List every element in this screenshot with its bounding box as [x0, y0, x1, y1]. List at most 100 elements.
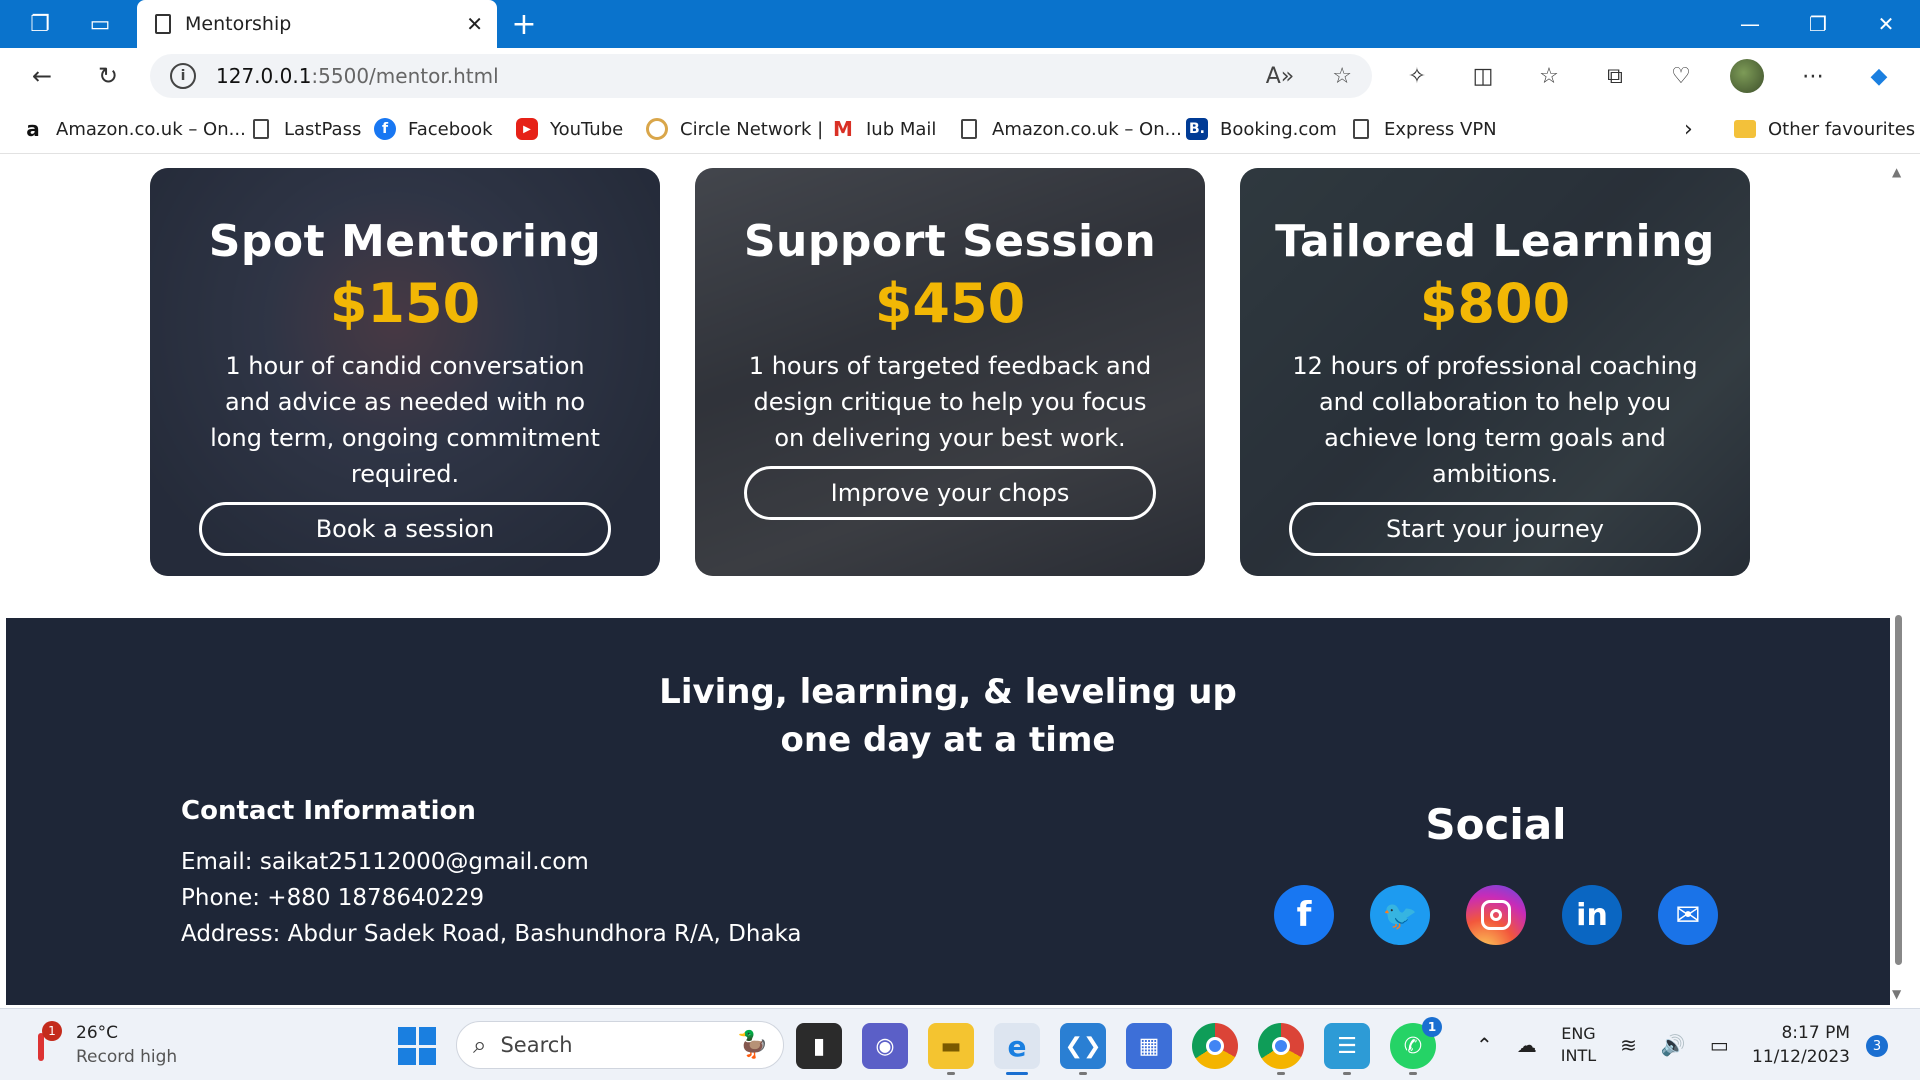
- fav-item[interactable]: f Facebook: [374, 116, 493, 142]
- fav-item[interactable]: Amazon.co.uk – On...: [958, 116, 1182, 142]
- linkedin-icon[interactable]: in: [1562, 885, 1622, 945]
- tab-title: Mentorship: [185, 13, 292, 35]
- extensions-icon[interactable]: ✧: [1384, 64, 1450, 89]
- scrollbar-thumb[interactable]: [1895, 615, 1902, 965]
- circle-network-icon: [646, 118, 668, 140]
- start-journey-button[interactable]: Start your journey: [1289, 502, 1701, 556]
- chrome-profile-icon[interactable]: [1258, 1023, 1304, 1075]
- search-placeholder: Search: [500, 1033, 573, 1057]
- system-tray: ⌃ ☁ ENG INTL ≋ 🔊 ▭: [1476, 1023, 1729, 1067]
- split-screen-icon[interactable]: ◫: [1450, 64, 1516, 89]
- tab-actions-icon[interactable]: ▭: [82, 0, 118, 48]
- vscode-icon[interactable]: ❮❯: [1060, 1023, 1106, 1075]
- page-footer: Living, learning, & leveling up one day …: [6, 618, 1890, 1005]
- pricing-cards: Spot Mentoring $150 1 hour of candid con…: [150, 168, 1750, 576]
- thermometer-icon: 1: [30, 1021, 62, 1065]
- scroll-up-icon[interactable]: ▲: [1892, 165, 1901, 179]
- file-explorer-icon[interactable]: ▬: [928, 1023, 974, 1075]
- search-highlight-icon: 🦆: [736, 1030, 769, 1060]
- twitter-icon[interactable]: 🐦: [1370, 885, 1430, 945]
- url-path: :5500/mentor.html: [311, 64, 499, 88]
- read-aloud-icon[interactable]: A»: [1266, 64, 1295, 89]
- chrome-icon[interactable]: [1192, 1023, 1238, 1069]
- search-icon: ⌕: [473, 1031, 487, 1059]
- card-description: 12 hours of professional coaching and co…: [1292, 352, 1698, 488]
- tab-mentorship[interactable]: Mentorship ✕: [137, 0, 497, 48]
- minimize-button[interactable]: —: [1716, 0, 1784, 48]
- pricing-card-tailored-learning: Tailored Learning $800 12 hours of profe…: [1240, 168, 1750, 576]
- gmail-icon: M: [833, 117, 853, 141]
- tab-close-icon[interactable]: ✕: [466, 12, 483, 36]
- social-heading: Social: [1425, 800, 1567, 849]
- clock-date: 11/12/2023: [1752, 1047, 1850, 1067]
- improve-chops-button[interactable]: Improve your chops: [744, 466, 1156, 520]
- document-icon: [961, 119, 977, 139]
- copilot-icon[interactable]: ◆: [1846, 64, 1912, 89]
- task-view-icon[interactable]: ▮: [796, 1023, 842, 1069]
- page-icon: [155, 14, 171, 34]
- notepad-icon[interactable]: ☰: [1324, 1023, 1370, 1075]
- fav-item[interactable]: Circle Network |: [646, 116, 823, 142]
- taskbar-apps: ▮ ◉ ▬ e ❮❯ ▦ ☰ ✆ 1: [796, 1017, 1442, 1075]
- workspaces-icon[interactable]: ❐: [22, 0, 58, 48]
- page-scrollbar[interactable]: ▲ ▼: [1890, 155, 1906, 1005]
- card-title: Spot Mentoring: [208, 216, 602, 267]
- refresh-button[interactable]: ↻: [88, 56, 128, 96]
- volume-icon[interactable]: 🔊: [1661, 1033, 1686, 1057]
- contact-phone: Phone: +880 1878640229: [181, 885, 485, 911]
- chevron-up-icon[interactable]: ⌃: [1476, 1033, 1493, 1057]
- clock[interactable]: 8:17 PM 11/12/2023: [1752, 1021, 1850, 1069]
- instagram-icon[interactable]: [1466, 885, 1526, 945]
- contact-email: Email: saikat25112000@gmail.com: [181, 849, 589, 875]
- facebook-icon[interactable]: f: [1274, 885, 1334, 945]
- fav-item[interactable]: Express VPN: [1350, 116, 1497, 142]
- notification-badge[interactable]: 3: [1866, 1035, 1888, 1057]
- scroll-down-icon[interactable]: ▼: [1892, 987, 1901, 1001]
- wifi-icon[interactable]: ≋: [1620, 1033, 1637, 1057]
- taskbar-search[interactable]: ⌕ Search 🦆: [456, 1021, 784, 1069]
- card-title: Tailored Learning: [1275, 216, 1715, 267]
- restore-button[interactable]: ❐: [1784, 0, 1852, 48]
- language-indicator[interactable]: ENG INTL: [1561, 1023, 1596, 1067]
- back-button[interactable]: ←: [22, 56, 62, 96]
- other-favourites[interactable]: Other favourites: [1734, 116, 1915, 142]
- contact-heading: Contact Information: [181, 796, 476, 826]
- more-options-icon[interactable]: ⋯: [1780, 64, 1846, 89]
- book-session-button[interactable]: Book a session: [199, 502, 611, 556]
- document-icon: [253, 119, 269, 139]
- collections-icon[interactable]: ⧉: [1582, 64, 1648, 89]
- contact-address: Address: Abdur Sadek Road, Bashundhora R…: [181, 921, 802, 947]
- card-price: $150: [329, 272, 481, 335]
- url-host: 127.0.0.1: [216, 64, 312, 88]
- fav-item[interactable]: a Amazon.co.uk – On...: [22, 116, 246, 142]
- fav-item[interactable]: B. Booking.com: [1186, 116, 1337, 142]
- browser-essentials-icon[interactable]: ♡: [1648, 64, 1714, 89]
- chevron-right-icon[interactable]: ›: [1684, 116, 1693, 142]
- booking-icon: B.: [1186, 118, 1208, 140]
- pricing-card-spot-mentoring: Spot Mentoring $150 1 hour of candid con…: [150, 168, 660, 576]
- fav-item[interactable]: M Iub Mail: [832, 116, 936, 142]
- social-section: Social f 🐦 in ✉: [1266, 800, 1726, 945]
- microsoft-store-icon[interactable]: ▦: [1126, 1023, 1172, 1069]
- fav-item[interactable]: LastPass: [250, 116, 361, 142]
- page-viewport: Spot Mentoring $150 1 hour of candid con…: [6, 155, 1890, 1005]
- new-tab-button[interactable]: +: [508, 0, 540, 48]
- battery-icon[interactable]: ▭: [1710, 1033, 1729, 1057]
- profile-avatar[interactable]: [1714, 59, 1780, 93]
- start-button[interactable]: [398, 1027, 436, 1065]
- mail-icon[interactable]: ✉: [1658, 885, 1718, 945]
- youtube-icon: ▶: [516, 118, 538, 140]
- edge-icon[interactable]: e: [994, 1023, 1040, 1075]
- whatsapp-icon[interactable]: ✆ 1: [1390, 1017, 1442, 1075]
- weather-widget[interactable]: 1 26°C Record high: [30, 1021, 177, 1069]
- onedrive-icon[interactable]: ☁: [1517, 1033, 1537, 1057]
- address-bar[interactable]: i 127.0.0.1 :5500/mentor.html A» ☆: [150, 54, 1372, 98]
- contact-information: Contact Information Email: saikat2511200…: [181, 796, 802, 952]
- favorite-star-icon[interactable]: ☆: [1332, 64, 1352, 89]
- close-window-button[interactable]: ✕: [1852, 0, 1920, 48]
- fav-item[interactable]: ▶ YouTube: [516, 116, 623, 142]
- pricing-card-support-session: Support Session $450 1 hours of targeted…: [695, 168, 1205, 576]
- favourites-icon[interactable]: ☆: [1516, 64, 1582, 89]
- site-info-icon[interactable]: i: [170, 63, 196, 89]
- teams-chat-icon[interactable]: ◉: [862, 1023, 908, 1069]
